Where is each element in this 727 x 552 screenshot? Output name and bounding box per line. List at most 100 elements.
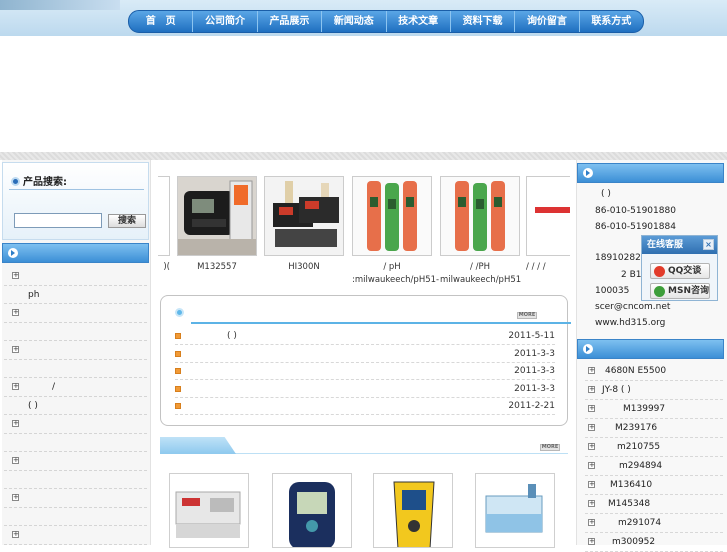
expand-icon[interactable]: + bbox=[588, 405, 595, 412]
product-thumbnail[interactable] bbox=[526, 176, 570, 256]
expand-icon[interactable]: + bbox=[588, 462, 595, 469]
nav-products[interactable]: 产品展示 bbox=[258, 11, 323, 32]
product-card[interactable] bbox=[272, 473, 352, 548]
product-list-item[interactable]: + JY-8 ( ) bbox=[585, 381, 723, 400]
category-item[interactable]: + bbox=[4, 452, 147, 471]
product-list-label[interactable]: M139997 bbox=[623, 400, 665, 418]
product-list-label[interactable]: M239176 bbox=[615, 419, 657, 437]
category-item[interactable] bbox=[4, 471, 147, 489]
category-item[interactable]: + bbox=[4, 267, 147, 286]
online-service-panel: 在线客服 × QQ交谈 MSN咨询 bbox=[641, 235, 718, 301]
news-item[interactable]: 2011-3-3 bbox=[175, 381, 555, 398]
product-caption[interactable]: )( bbox=[158, 261, 170, 274]
nav-articles[interactable]: 技术文章 bbox=[387, 11, 451, 32]
product-list-item[interactable]: + M145348 bbox=[585, 495, 723, 514]
product-thumbnail[interactable] bbox=[177, 176, 257, 256]
expand-icon[interactable]: + bbox=[588, 538, 595, 545]
nav-about[interactable]: 公司简介 bbox=[193, 11, 258, 32]
marquee-item[interactable]: )( bbox=[158, 176, 170, 274]
product-thumbnail[interactable] bbox=[264, 176, 344, 256]
product-list-item[interactable]: + m291074 bbox=[585, 514, 723, 533]
product-card[interactable] bbox=[373, 473, 453, 548]
nav-contact[interactable]: 联系方式 bbox=[580, 11, 643, 32]
contact-website[interactable]: www.hd315.org bbox=[595, 318, 665, 328]
search-button[interactable]: 搜索 bbox=[108, 214, 146, 228]
category-item[interactable] bbox=[4, 360, 147, 378]
product-card[interactable] bbox=[475, 473, 555, 548]
expand-icon[interactable]: + bbox=[588, 443, 595, 450]
marquee-item[interactable]: HI300N bbox=[264, 176, 344, 274]
qq-chat-button[interactable]: QQ交谈 bbox=[650, 263, 710, 279]
marquee-item[interactable]: / / / / bbox=[526, 176, 570, 274]
category-item[interactable]: + bbox=[4, 489, 147, 508]
nav-home[interactable]: 首 页 bbox=[129, 11, 194, 32]
contact-email[interactable]: scer@cncom.net bbox=[595, 302, 670, 312]
product-list-label[interactable]: M136410 bbox=[610, 476, 652, 494]
category-item[interactable] bbox=[4, 508, 147, 526]
product-list-item[interactable]: + M139997 bbox=[585, 400, 723, 419]
product-list-label[interactable]: m300952 bbox=[612, 533, 655, 551]
news-item[interactable]: 2011-2-21 bbox=[175, 398, 555, 415]
category-item[interactable]: ( ) bbox=[4, 397, 147, 415]
category-item[interactable]: + bbox=[4, 304, 147, 323]
nav-news[interactable]: 新闻动态 bbox=[322, 11, 387, 32]
product-list-item[interactable]: +4680N E5500 bbox=[585, 362, 723, 381]
category-item[interactable]: ph bbox=[4, 286, 147, 304]
product-list-item[interactable]: + m294894 bbox=[585, 457, 723, 476]
product-list-item[interactable]: + m210755 bbox=[585, 438, 723, 457]
expand-icon[interactable]: + bbox=[588, 481, 595, 488]
news-item[interactable]: ( ) 2011-5-11 bbox=[175, 328, 555, 345]
expand-icon[interactable]: + bbox=[12, 383, 19, 390]
online-service-title: 在线客服 × bbox=[642, 236, 717, 254]
expand-icon[interactable]: + bbox=[588, 367, 595, 374]
category-item[interactable]: + bbox=[4, 526, 147, 545]
expand-icon[interactable]: + bbox=[588, 500, 595, 507]
product-list-label[interactable]: m291074 bbox=[618, 514, 661, 532]
category-item[interactable]: + bbox=[4, 415, 147, 434]
expand-icon[interactable]: + bbox=[12, 494, 19, 501]
product-caption[interactable]: / /PH milwaukeech/pH51 bbox=[440, 261, 521, 287]
news-item[interactable]: 2011-3-3 bbox=[175, 346, 555, 363]
product-card[interactable] bbox=[169, 473, 249, 548]
expand-icon[interactable]: + bbox=[12, 309, 19, 316]
product-thumbnail[interactable] bbox=[440, 176, 520, 256]
product-list-label[interactable]: M145348 bbox=[608, 495, 650, 513]
nav-downloads[interactable]: 资料下载 bbox=[451, 11, 516, 32]
news-title[interactable]: ( ) bbox=[227, 328, 237, 345]
product-list-item[interactable]: + m300952 bbox=[585, 533, 723, 552]
expand-icon[interactable]: + bbox=[588, 386, 595, 393]
product-list-label[interactable]: m294894 bbox=[619, 457, 662, 475]
close-icon[interactable]: × bbox=[703, 239, 714, 250]
news-more-button[interactable]: MORE bbox=[517, 312, 537, 319]
product-list-label[interactable]: 4680N E5500 bbox=[605, 362, 666, 380]
expand-icon[interactable]: + bbox=[12, 531, 19, 538]
product-caption[interactable]: / / / / bbox=[526, 261, 570, 274]
category-item[interactable] bbox=[4, 434, 147, 452]
product-caption[interactable]: / pH :milwaukeech/pH51- bbox=[352, 261, 439, 287]
product-list-item[interactable]: + M239176 bbox=[585, 419, 723, 438]
category-item[interactable]: + bbox=[4, 341, 147, 360]
search-input[interactable] bbox=[14, 213, 102, 228]
nav-inquiry[interactable]: 询价留言 bbox=[515, 11, 580, 32]
expand-icon[interactable]: + bbox=[588, 519, 595, 526]
expand-icon[interactable]: + bbox=[12, 420, 19, 427]
category-item[interactable] bbox=[4, 323, 147, 341]
product-list-label[interactable]: m210755 bbox=[617, 438, 660, 456]
marquee-item[interactable]: / pH :milwaukeech/pH51- bbox=[352, 176, 439, 287]
product-thumbnail[interactable] bbox=[158, 176, 170, 256]
expand-icon[interactable]: + bbox=[12, 272, 19, 279]
marquee-item[interactable]: / /PH milwaukeech/pH51 bbox=[440, 176, 521, 287]
expand-icon[interactable]: + bbox=[12, 457, 19, 464]
marquee-item[interactable]: M132557 bbox=[177, 176, 257, 274]
products-more-button[interactable]: MORE bbox=[540, 444, 560, 451]
product-caption[interactable]: M132557 bbox=[177, 261, 257, 274]
msn-chat-button[interactable]: MSN咨询 bbox=[650, 283, 710, 299]
expand-icon[interactable]: + bbox=[12, 346, 19, 353]
product-list-label[interactable]: JY-8 ( ) bbox=[602, 381, 631, 399]
product-list-item[interactable]: + M136410 bbox=[585, 476, 723, 495]
category-item[interactable]: + / bbox=[4, 378, 147, 397]
product-caption[interactable]: HI300N bbox=[264, 261, 344, 274]
product-thumbnail[interactable] bbox=[352, 176, 432, 256]
news-item[interactable]: 2011-3-3 bbox=[175, 363, 555, 380]
expand-icon[interactable]: + bbox=[588, 424, 595, 431]
